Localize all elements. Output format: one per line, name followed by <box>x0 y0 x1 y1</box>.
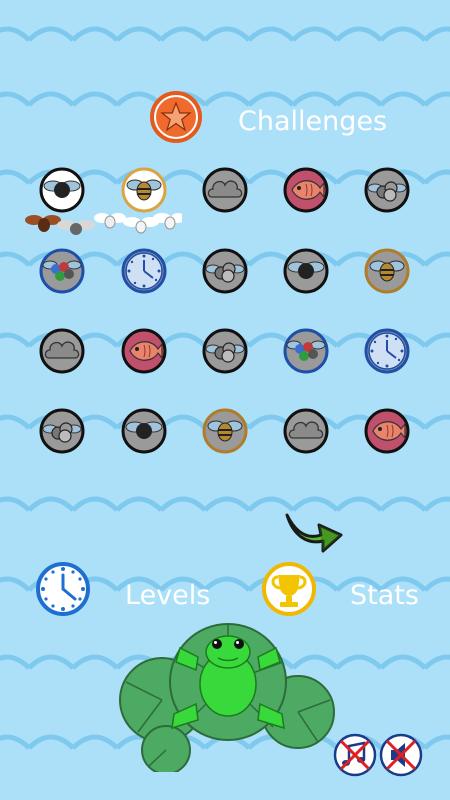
challenge-swarm-icon[interactable] <box>38 247 86 295</box>
challenge-cloud-icon[interactable] <box>201 166 249 214</box>
challenge-fly-icon[interactable] <box>282 247 330 295</box>
challenge-flies-icon[interactable] <box>201 327 249 375</box>
stats-label[interactable]: Stats <box>350 580 419 611</box>
challenge-flies-icon[interactable] <box>363 166 411 214</box>
stats-trophy-icon[interactable] <box>261 561 317 617</box>
challenge-swarm-icon[interactable] <box>282 327 330 375</box>
challenge-clock-icon[interactable] <box>363 327 411 375</box>
challenge-fly-icon[interactable] <box>120 407 168 455</box>
sound-off-icon[interactable] <box>379 733 423 777</box>
levels-clock-icon[interactable] <box>35 561 91 617</box>
challenge-bee-icon[interactable] <box>120 166 168 214</box>
challenge-fish-icon[interactable] <box>282 166 330 214</box>
challenge-fish-icon[interactable] <box>363 407 411 455</box>
challenge-clock-icon[interactable] <box>120 247 168 295</box>
next-page-arrow-icon[interactable] <box>283 505 345 555</box>
levels-label[interactable]: Levels <box>125 580 210 611</box>
frog-on-lilypads-icon <box>119 623 335 772</box>
challenge-flies-icon[interactable] <box>38 407 86 455</box>
challenge-fly-icon[interactable] <box>38 166 86 214</box>
challenge-bee-icon[interactable] <box>363 247 411 295</box>
challenge-cloud-icon[interactable] <box>282 407 330 455</box>
music-off-icon[interactable] <box>333 733 377 777</box>
challenge-bee-icon[interactable] <box>201 407 249 455</box>
challenge-flies-icon[interactable] <box>201 247 249 295</box>
swarm-decoration-icon <box>25 213 182 235</box>
challenge-fish-icon[interactable] <box>120 327 168 375</box>
challenge-cloud-icon[interactable] <box>38 327 86 375</box>
